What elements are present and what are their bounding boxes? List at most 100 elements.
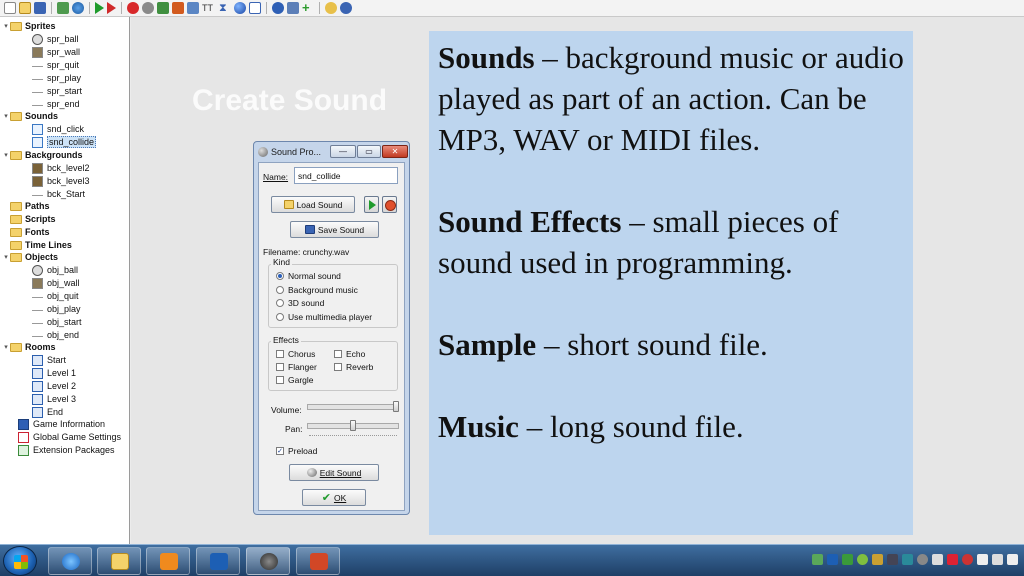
play-sound-button[interactable] xyxy=(364,196,379,213)
tree-item-spr-start[interactable]: spr_start xyxy=(32,85,82,97)
tray-signal-icon[interactable] xyxy=(992,554,1003,565)
tray-tool-icon[interactable] xyxy=(872,554,883,565)
radio-3d-sound[interactable]: 3D sound xyxy=(276,298,324,308)
tree-item-spr-wall[interactable]: spr_wall xyxy=(32,46,80,58)
debug-icon[interactable] xyxy=(107,2,116,14)
load-sound-button[interactable]: Load Sound xyxy=(271,196,355,213)
tree-folder-rooms[interactable]: ▾ Rooms xyxy=(2,341,55,353)
tree-item-room-level1[interactable]: Level 1 xyxy=(32,367,76,379)
game-info-icon[interactable] xyxy=(272,2,284,14)
new-file-icon[interactable] xyxy=(4,2,16,14)
ok-button[interactable]: ✔ OK xyxy=(302,489,366,506)
tray-power-icon[interactable] xyxy=(977,554,988,565)
save-sound-button[interactable]: Save Sound xyxy=(290,221,379,238)
tray-network-icon[interactable] xyxy=(812,554,823,565)
tree-item-obj-play[interactable]: obj_play xyxy=(32,303,81,315)
radio-multimedia-player[interactable]: Use multimedia player xyxy=(276,312,372,322)
tray-refresh-icon[interactable] xyxy=(857,554,868,565)
run-icon[interactable] xyxy=(95,2,104,14)
create-path-icon[interactable] xyxy=(172,2,184,14)
volume-slider-thumb[interactable] xyxy=(393,401,399,412)
create-executable-icon[interactable] xyxy=(57,2,69,14)
tree-item-bck-start[interactable]: bck_Start xyxy=(32,188,85,200)
create-room-icon[interactable] xyxy=(249,2,261,14)
create-object-icon[interactable] xyxy=(234,2,246,14)
tree-item-bck-level2[interactable]: bck_level2 xyxy=(32,162,90,174)
collapse-icon[interactable]: ▾ xyxy=(2,151,10,159)
collapse-icon[interactable]: ▾ xyxy=(2,112,10,120)
create-timeline-icon[interactable]: ⧗ xyxy=(219,2,231,14)
tree-item-snd-click[interactable]: snd_click xyxy=(32,123,84,135)
tray-outlook-icon[interactable] xyxy=(827,554,838,565)
taskbar-media-player[interactable] xyxy=(146,547,190,575)
tree-item-obj-start[interactable]: obj_start xyxy=(32,316,82,328)
stop-sound-button[interactable] xyxy=(382,196,397,213)
save-icon[interactable] xyxy=(34,2,46,14)
tree-folder-objects[interactable]: ▾ Objects xyxy=(2,251,58,263)
collapse-icon[interactable]: ▾ xyxy=(2,253,10,261)
collapse-icon[interactable]: ▾ xyxy=(2,22,10,30)
start-button[interactable] xyxy=(3,546,37,576)
collapse-icon[interactable]: ▾ xyxy=(2,343,10,351)
extensions-icon[interactable]: + xyxy=(302,1,314,14)
tree-item-room-end[interactable]: End xyxy=(32,406,63,418)
tray-volume-icon[interactable] xyxy=(1007,554,1018,565)
checkbox-preload[interactable]: ✓ Preload xyxy=(276,446,317,456)
tree-item-room-level3[interactable]: Level 3 xyxy=(32,393,76,405)
taskbar-internet-explorer[interactable] xyxy=(48,547,92,575)
tray-display-icon[interactable] xyxy=(887,554,898,565)
pan-slider-thumb[interactable] xyxy=(350,420,356,431)
name-input[interactable] xyxy=(294,167,398,184)
radio-background-music[interactable]: Background music xyxy=(276,285,358,295)
checkbox-chorus[interactable]: Chorus xyxy=(276,349,315,359)
tree-folder-sprites[interactable]: ▾ Sprites xyxy=(2,20,55,32)
taskbar-powerpoint[interactable] xyxy=(296,547,340,575)
minimize-button[interactable]: — xyxy=(330,145,356,158)
tree-item-obj-end[interactable]: obj_end xyxy=(32,329,79,341)
tree-item-obj-ball[interactable]: obj_ball xyxy=(32,264,78,276)
tree-item-obj-quit[interactable]: obj_quit xyxy=(32,290,79,302)
tree-item-extensions[interactable]: Extension Packages xyxy=(18,444,115,456)
checkbox-flanger[interactable]: Flanger xyxy=(276,362,317,372)
about-icon[interactable] xyxy=(340,2,352,14)
taskbar-outlook[interactable] xyxy=(196,547,240,575)
tree-item-room-start[interactable]: Start xyxy=(32,354,66,366)
help-icon[interactable] xyxy=(325,2,337,14)
checkbox-reverb[interactable]: Reverb xyxy=(334,362,373,372)
tree-item-snd-collide[interactable]: snd_collide xyxy=(32,136,97,148)
maximize-button[interactable]: ▭ xyxy=(357,145,381,158)
tree-folder-timelines[interactable]: Time Lines xyxy=(10,239,72,251)
tree-folder-backgrounds[interactable]: ▾ Backgrounds xyxy=(2,149,82,161)
taskbar-file-explorer[interactable] xyxy=(97,547,141,575)
edit-sound-button[interactable]: Edit Sound xyxy=(289,464,379,481)
tree-item-bck-level3[interactable]: bck_level3 xyxy=(32,175,90,187)
tree-item-spr-end[interactable]: spr_end xyxy=(32,98,80,110)
global-settings-icon[interactable] xyxy=(287,2,299,14)
tree-item-spr-play[interactable]: spr_play xyxy=(32,72,81,84)
create-sound-icon[interactable] xyxy=(142,2,154,14)
create-script-icon[interactable] xyxy=(187,2,199,14)
checkbox-echo[interactable]: Echo xyxy=(334,349,365,359)
tray-device-icon[interactable] xyxy=(902,554,913,565)
tree-folder-paths[interactable]: Paths xyxy=(10,200,50,212)
tree-item-spr-quit[interactable]: spr_quit xyxy=(32,59,79,71)
tree-folder-fonts[interactable]: Fonts xyxy=(10,226,50,238)
tray-usb-icon[interactable] xyxy=(932,554,943,565)
close-button[interactable]: ✕ xyxy=(382,145,408,158)
tree-item-spr-ball[interactable]: spr_ball xyxy=(32,33,79,45)
tree-item-obj-wall[interactable]: obj_wall xyxy=(32,277,80,289)
tree-item-global-settings[interactable]: Global Game Settings xyxy=(18,431,121,443)
create-sprite-icon[interactable] xyxy=(127,2,139,14)
tree-folder-scripts[interactable]: Scripts xyxy=(10,213,56,225)
tree-item-game-info[interactable]: Game Information xyxy=(18,418,105,430)
tray-security-icon[interactable] xyxy=(962,554,973,565)
radio-normal-sound[interactable]: Normal sound xyxy=(276,271,341,281)
tree-folder-sounds[interactable]: ▾ Sounds xyxy=(2,110,58,122)
taskbar-game-maker[interactable] xyxy=(246,547,290,575)
tray-alert-icon[interactable] xyxy=(947,554,958,565)
create-font-icon[interactable]: TT xyxy=(202,2,216,14)
tray-sync-icon[interactable] xyxy=(842,554,853,565)
volume-slider[interactable] xyxy=(307,404,399,410)
checkbox-gargle[interactable]: Gargle xyxy=(276,375,314,385)
create-background-icon[interactable] xyxy=(157,2,169,14)
